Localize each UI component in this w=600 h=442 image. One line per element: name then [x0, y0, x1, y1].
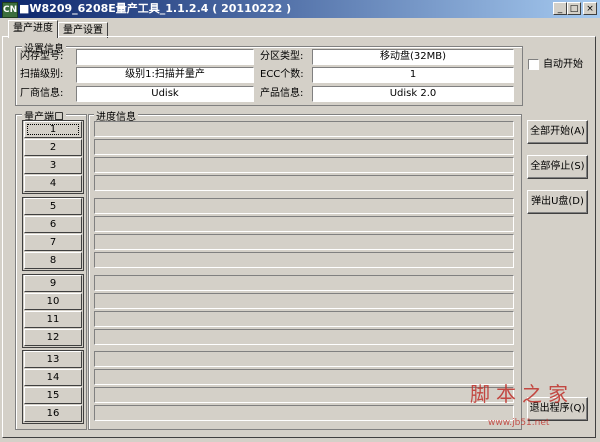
port-button[interactable]: 3 [24, 157, 82, 174]
progress-bar [94, 252, 514, 268]
progress-bar [94, 405, 514, 421]
progress-bar [94, 369, 514, 385]
window-title: ■W8209_6208E量产工具_1.1.2.4 ( 20110222 ) [19, 2, 292, 15]
progress-bar [94, 387, 514, 403]
progress-bar [94, 351, 514, 367]
partition-label: 分区类型: [260, 51, 304, 62]
progress-bar [94, 311, 514, 327]
start-all-button[interactable]: 全部开始(A) [527, 120, 588, 144]
product-field[interactable]: Udisk 2.0 [312, 86, 514, 102]
vendor-label: 厂商信息: [20, 88, 64, 99]
product-label: 产品信息: [260, 88, 304, 99]
progress-bar [94, 139, 514, 155]
scan-level-label: 扫描级别: [20, 69, 64, 80]
watermark-logo: 脚本之家 [470, 382, 574, 406]
progress-bar [94, 175, 514, 191]
ecc-field[interactable]: 1 [312, 67, 514, 83]
ecc-label: ECC个数: [260, 69, 304, 80]
progress-bar [94, 275, 514, 291]
progress-bar [94, 198, 514, 214]
flash-type-field[interactable] [76, 49, 254, 65]
app-icon: CN [2, 2, 18, 18]
port-button[interactable]: 5 [24, 198, 82, 215]
port-button[interactable]: 10 [24, 293, 82, 310]
progress-bar [94, 157, 514, 173]
port-button[interactable]: 6 [24, 216, 82, 233]
partition-field[interactable]: 移动盘(32MB) [312, 49, 514, 65]
port-button[interactable]: 14 [24, 369, 82, 386]
scan-level-field[interactable]: 级别1:扫描并量产 [76, 67, 254, 83]
progress-bar [94, 121, 514, 137]
watermark-url: www.jb51.net [488, 418, 550, 428]
port-button[interactable]: 1 [24, 121, 82, 138]
port-button[interactable]: 4 [24, 175, 82, 192]
close-button[interactable]: × [583, 2, 597, 15]
port-button[interactable]: 2 [24, 139, 82, 156]
progress-bar [94, 216, 514, 232]
vendor-field[interactable]: Udisk [76, 86, 254, 102]
port-button[interactable]: 13 [24, 351, 82, 368]
port-button[interactable]: 11 [24, 311, 82, 328]
port-button[interactable]: 7 [24, 234, 82, 251]
port-button[interactable]: 15 [24, 387, 82, 404]
auto-start-checkbox[interactable] [528, 59, 539, 70]
auto-start-label: 自动开始 [543, 59, 583, 70]
tab-progress[interactable]: 量产进度 [8, 20, 58, 38]
eject-button[interactable]: 弹出U盘(D) [527, 190, 588, 214]
port-button[interactable]: 8 [24, 252, 82, 269]
port-button[interactable]: 16 [24, 405, 82, 422]
minimize-button[interactable]: _ [553, 2, 567, 15]
maximize-button[interactable]: □ [567, 2, 581, 15]
title-bar[interactable]: CN ■W8209_6208E量产工具_1.1.2.4 ( 20110222 )… [0, 0, 600, 18]
progress-bar [94, 234, 514, 250]
port-button[interactable]: 9 [24, 275, 82, 292]
progress-bar [94, 293, 514, 309]
stop-all-button[interactable]: 全部停止(S) [527, 155, 588, 179]
flash-type-label: 闪存型号: [20, 51, 64, 62]
port-button[interactable]: 12 [24, 329, 82, 346]
progress-bar [94, 329, 514, 345]
